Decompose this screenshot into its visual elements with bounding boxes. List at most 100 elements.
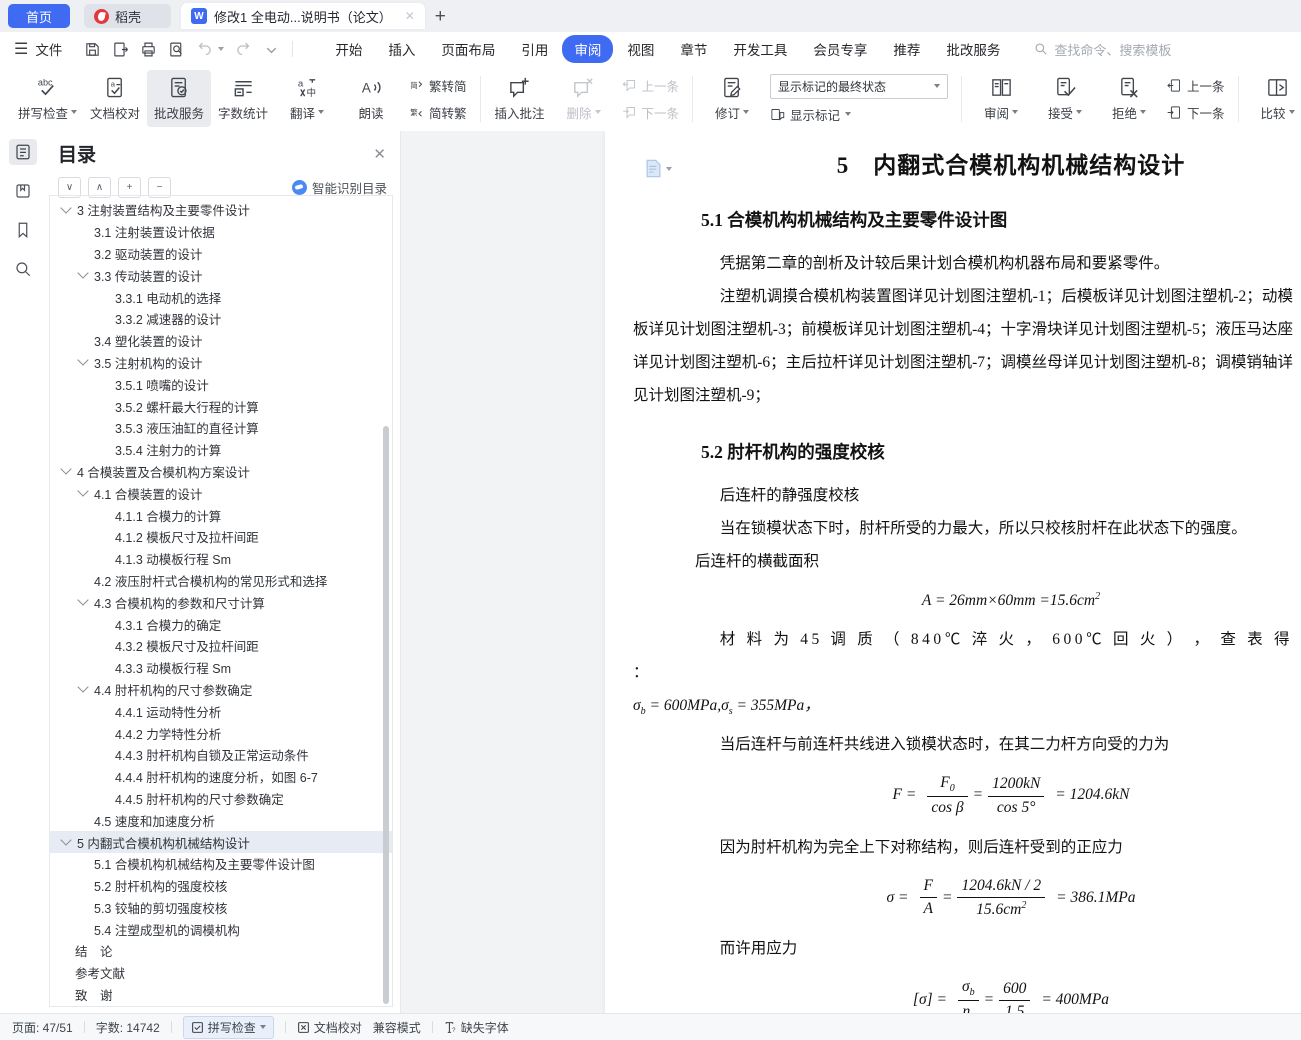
toc-item[interactable]: 5 内翻式合模机构机械结构设计 — [50, 831, 392, 853]
new-tab-button[interactable]: + — [435, 7, 446, 26]
rail-review-button[interactable] — [9, 178, 37, 204]
document-tab[interactable]: W 修改1 全电动...说明书（论文） ✕ — [181, 3, 425, 29]
menu-tab-6[interactable]: 章节 — [668, 35, 719, 63]
show-markup-button[interactable]: 显示标记 — [770, 105, 948, 124]
toc-item[interactable]: 3.5.4 注射力的计算 — [50, 439, 392, 461]
toc-item[interactable]: 5.2 肘杆机构的强度校核 — [50, 875, 392, 897]
missing-font-button[interactable]: ? 缺失字体 — [444, 1019, 509, 1036]
toc-item[interactable]: 3.5.2 螺杆最大行程的计算 — [50, 395, 392, 417]
rail-outline-button[interactable] — [8, 139, 37, 165]
toc-item[interactable]: 致 谢 — [50, 984, 392, 1006]
toc-item[interactable]: 4.3.3 动模板行程 Sm — [50, 657, 392, 679]
chevron-down-icon[interactable] — [60, 834, 72, 846]
menu-tab-0[interactable]: 开始 — [323, 35, 374, 63]
chevron-down-icon[interactable] — [77, 354, 89, 367]
menu-tab-1[interactable]: 插入 — [376, 35, 427, 63]
compare-button[interactable]: 比较 — [1246, 70, 1301, 127]
menu-tab-10[interactable]: 批改服务 — [934, 35, 1012, 63]
print-preview-icon[interactable] — [168, 41, 185, 58]
toc-item[interactable]: 5.1 合模机构机械结构及主要零件设计图 — [50, 853, 392, 875]
toc-item[interactable]: 5.3 铰轴的剪切强度校核 — [50, 897, 392, 919]
toc-item[interactable]: 4.4.5 肘杆机构的尺寸参数确定 — [50, 788, 392, 810]
toc-item[interactable]: 结 论 — [50, 940, 392, 962]
toc-item[interactable]: 4 合模装置及合模机构方案设计 — [50, 461, 392, 483]
close-panel-icon[interactable]: ✕ — [373, 145, 386, 163]
close-document-icon[interactable]: ✕ — [405, 9, 415, 23]
file-menu[interactable]: 文件 — [35, 39, 62, 59]
toc-item[interactable]: 4.1.3 动模板行程 Sm — [50, 548, 392, 570]
accept-change-button[interactable]: 接受 — [1033, 70, 1097, 127]
translate-button[interactable]: a中 翻译 — [275, 70, 339, 127]
previous-comment-button[interactable]: 上一条 — [622, 76, 679, 95]
print-icon[interactable] — [140, 41, 157, 58]
document-page[interactable]: 5 内翻式合模机构机械结构设计 5.1 合模机构机械结构及主要零件设计图 凭据第二章… — [605, 131, 1301, 1014]
customize-toolbar-icon[interactable] — [263, 41, 280, 58]
toc-item[interactable]: 3.5 注射机构的设计 — [50, 352, 392, 374]
toc-item[interactable]: 4.5 速度和加速度分析 — [50, 809, 392, 831]
home-tab[interactable]: 首页 — [8, 4, 70, 28]
redo-icon[interactable] — [235, 41, 252, 58]
toc-item[interactable]: 4.4.1 运动特性分析 — [50, 700, 392, 722]
chevron-down-icon[interactable] — [77, 485, 89, 497]
menu-tab-2[interactable]: 页面布局 — [429, 35, 507, 63]
document-proof-button[interactable]: a 文档校对 — [83, 70, 147, 127]
spell-check-button[interactable]: abc 拼写检查 — [12, 70, 83, 127]
compatibility-mode-indicator[interactable]: 兼容模式 — [373, 1019, 421, 1036]
toc-scrollbar-thumb[interactable] — [383, 426, 389, 1004]
undo-icon[interactable] — [196, 41, 213, 58]
menu-tab-4[interactable]: 审阅 — [562, 35, 614, 63]
revision-mark-indicator[interactable] — [645, 159, 672, 178]
traditional-to-simplified-button[interactable]: 简 繁转简 — [409, 76, 466, 95]
docer-tab[interactable]: 稻壳 — [84, 4, 172, 28]
hamburger-icon[interactable]: ☰ — [14, 39, 28, 59]
toc-item[interactable]: 4.1.2 模板尺寸及拉杆间距 — [50, 526, 392, 548]
undo-caret-icon[interactable] — [218, 47, 225, 51]
next-change-button[interactable]: 下一条 — [1167, 103, 1225, 122]
review-pane-button[interactable]: 审阅 — [969, 70, 1033, 127]
next-comment-button[interactable]: 下一条 — [622, 103, 679, 122]
toc-item[interactable]: 3 注射装置结构及主要零件设计 — [50, 199, 392, 221]
word-count-indicator[interactable]: 字数: 14742 — [96, 1019, 160, 1036]
toc-item[interactable]: 4.4.4 肘杆机构的速度分析，如图 6-7 — [50, 766, 392, 788]
chevron-down-icon[interactable] — [60, 463, 72, 476]
toc-item[interactable]: 4.2 液压肘杆式合模机构的常见形式和选择 — [50, 570, 392, 592]
rail-search-button[interactable] — [9, 256, 37, 282]
menu-tab-5[interactable]: 视图 — [615, 35, 666, 63]
chevron-down-icon[interactable] — [77, 267, 89, 279]
toc-item[interactable]: 4.3 合模机构的参数和尺寸计算 — [50, 591, 392, 613]
toc-item[interactable]: 3.5.1 喷嘴的设计 — [50, 373, 392, 395]
toc-item[interactable]: 3.5.3 液压油缸的直径计算 — [50, 417, 392, 439]
toc-item[interactable]: 3.3 传动装置的设计 — [50, 264, 392, 286]
chevron-down-icon[interactable] — [77, 681, 89, 694]
page-indicator[interactable]: 页面: 47/51 — [12, 1019, 73, 1036]
toc-item[interactable]: 3.2 驱动装置的设计 — [50, 243, 392, 265]
chevron-down-icon[interactable] — [60, 202, 72, 214]
insert-comment-button[interactable]: 插入批注 — [488, 70, 552, 127]
command-search[interactable]: 查找命令、搜索模板 — [1034, 40, 1171, 59]
toc-item[interactable]: 4.4 肘杆机构的尺寸参数确定 — [50, 679, 392, 701]
toc-item[interactable]: 4.3.1 合模力的确定 — [50, 613, 392, 635]
markup-state-combobox[interactable]: 显示标记的最终状态 — [770, 73, 949, 99]
toc-item[interactable]: 3.4 塑化装置的设计 — [50, 330, 392, 352]
correction-service-button[interactable]: 批改服务 — [147, 70, 212, 127]
menu-tab-8[interactable]: 会员专享 — [801, 35, 879, 63]
status-spell-check-button[interactable]: 拼写检查 — [182, 1015, 274, 1039]
save-icon[interactable] — [84, 41, 101, 58]
toc-item[interactable]: 4.1 合模装置的设计 — [50, 482, 392, 504]
status-proof-button[interactable]: 文档校对 — [297, 1019, 362, 1036]
delete-comment-button[interactable]: 删除 — [552, 70, 616, 127]
toc-item[interactable]: 4.3.2 模板尺寸及拉杆间距 — [50, 635, 392, 657]
reject-change-button[interactable]: 拒绝 — [1097, 70, 1161, 127]
toc-item[interactable]: 3.3.2 减速器的设计 — [50, 308, 392, 330]
rail-bookmark-button[interactable] — [9, 217, 37, 243]
export-icon[interactable] — [112, 41, 129, 58]
chevron-down-icon[interactable] — [77, 594, 89, 606]
toc-item[interactable]: 4.4.3 肘杆机构自锁及正常运动条件 — [50, 744, 392, 766]
simplified-to-traditional-button[interactable]: 繁 简转繁 — [409, 103, 466, 122]
word-count-button[interactable]: 字数统计 — [211, 70, 275, 127]
menu-tab-3[interactable]: 引用 — [509, 35, 560, 63]
toc-item[interactable]: 3.1 注射装置设计依据 — [50, 221, 392, 243]
previous-change-button[interactable]: 上一条 — [1167, 76, 1225, 95]
menu-tab-9[interactable]: 推荐 — [881, 35, 932, 63]
toc-item[interactable]: 参考文献 — [50, 962, 392, 984]
